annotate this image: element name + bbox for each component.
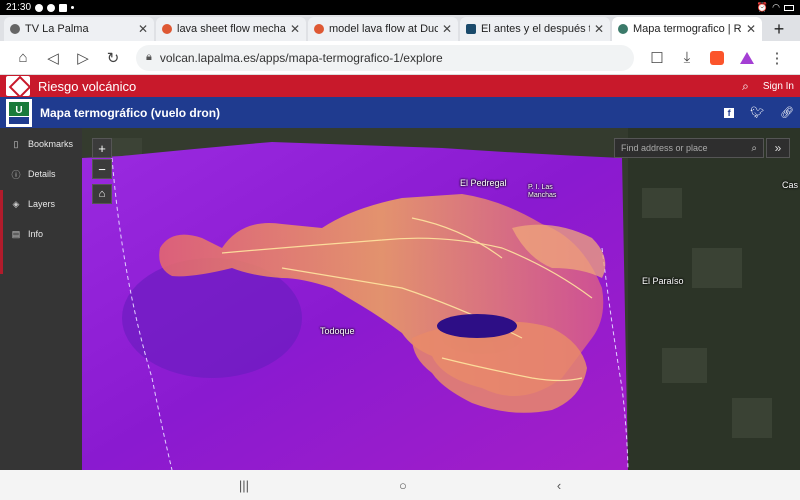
sidebar-item-layers[interactable]: ◈ Layers xyxy=(0,189,82,219)
tab-title: lava sheet flow mechanic xyxy=(177,23,286,35)
browser-toolbar: ⌂ ◁ ▷ ↻ 🔒︎ volcan.lapalma.es/apps/mapa-t… xyxy=(0,41,800,75)
alarm-icon: ⏰ xyxy=(756,2,769,12)
map-view[interactable]: El Pedregal P. I. Las Manchas El Paraíso… xyxy=(82,128,800,470)
lock-icon: 🔒︎ xyxy=(146,51,152,63)
panel-accent xyxy=(0,190,3,274)
notification-icon xyxy=(47,3,56,12)
duckduckgo-icon xyxy=(314,24,324,34)
place-label-cas: Cas xyxy=(782,180,799,190)
recent-apps-icon[interactable]: ||| xyxy=(239,478,249,493)
search-icon[interactable]: ⌕ xyxy=(751,143,757,154)
facebook-icon[interactable]: f xyxy=(724,107,735,118)
layers-icon: ◈ xyxy=(12,198,20,209)
sidebar-item-label: Details xyxy=(28,169,56,179)
zoom-out-button[interactable]: − xyxy=(92,159,112,179)
satellite-strip-right xyxy=(628,128,800,470)
brave-rewards-icon[interactable] xyxy=(732,43,762,73)
tab-title: TV La Palma xyxy=(25,23,89,35)
menu-icon[interactable]: ⋮ xyxy=(762,43,792,73)
tab-title: Mapa termografico | Riesc xyxy=(633,23,742,35)
place-label-pedregal: El Pedregal xyxy=(460,178,507,188)
globe-icon xyxy=(618,24,628,34)
tab-title: model lava flow at DuckD xyxy=(329,23,438,35)
site-c-icon xyxy=(466,24,476,34)
map-title: Mapa termográfico (vuelo dron) xyxy=(40,105,221,120)
cold-island xyxy=(437,314,517,338)
app-icon xyxy=(59,3,68,12)
side-panel: ▯ Bookmarks ⓘ Details ◈ Layers ▤ Info xyxy=(0,128,82,470)
cabildo-emblem-icon: U xyxy=(9,101,29,124)
tab-mapa-termografico[interactable]: Mapa termografico | Riesc ✕ xyxy=(612,17,762,41)
android-navigation-bar: ||| ○ ‹ xyxy=(0,470,800,500)
duckduckgo-icon xyxy=(162,24,172,34)
sidebar-item-info[interactable]: ▤ Info xyxy=(0,219,82,249)
reload-icon[interactable]: ↻ xyxy=(98,43,128,73)
sign-in-link[interactable]: Sign In xyxy=(763,81,794,92)
sidebar-item-label: Info xyxy=(28,229,44,239)
bookmark-icon: ▯ xyxy=(13,138,19,149)
close-tab-icon[interactable]: ✕ xyxy=(290,22,300,36)
system-status-bar: 21:30 ⏰ ◠ xyxy=(0,0,800,15)
place-label-las-manchas: P. I. Las Manchas xyxy=(528,184,557,199)
back-nav-icon[interactable]: ‹ xyxy=(557,478,561,493)
close-tab-icon[interactable]: ✕ xyxy=(442,22,452,36)
home-icon[interactable]: ⌂ xyxy=(8,43,38,73)
expand-panel-button[interactable]: » xyxy=(766,138,790,158)
bookmark-page-icon[interactable]: ☐ xyxy=(642,43,672,73)
share-link-icon[interactable]: 🔗︎ xyxy=(780,106,794,119)
cabildo-logo: U xyxy=(6,98,32,127)
sidebar-item-label: Bookmarks xyxy=(28,139,74,149)
riesgo-logo xyxy=(6,76,30,96)
browser-tab-strip: TV La Palma ✕ lava sheet flow mechanic ✕… xyxy=(0,15,800,41)
sidebar-item-details[interactable]: ⓘ Details xyxy=(0,159,82,189)
zoom-in-button[interactable]: + xyxy=(92,138,112,158)
close-tab-icon[interactable]: ✕ xyxy=(746,22,756,36)
map-title-bar: U Mapa termográfico (vuelo dron) f 🐦︎ 🔗︎ xyxy=(0,97,800,128)
link-icon xyxy=(35,3,44,12)
tab-el-antes[interactable]: El antes y el después tras ✕ xyxy=(460,17,610,41)
back-icon[interactable]: ◁ xyxy=(38,43,68,73)
map-search-input[interactable]: Find address or place xyxy=(621,143,708,153)
download-icon[interactable]: ⤓ xyxy=(672,43,702,73)
dot-icon xyxy=(71,6,75,9)
sidebar-item-bookmarks[interactable]: ▯ Bookmarks xyxy=(0,129,82,159)
place-label-paraiso: El Paraíso xyxy=(642,276,684,286)
close-tab-icon[interactable]: ✕ xyxy=(594,22,604,36)
globe-icon xyxy=(10,24,20,34)
tab-tv-la-palma[interactable]: TV La Palma ✕ xyxy=(4,17,154,41)
twitter-icon[interactable]: 🐦︎ xyxy=(750,106,764,119)
thermal-map-canvas[interactable] xyxy=(82,128,800,470)
info-circle-icon: ⓘ xyxy=(11,169,21,180)
tab-lava-sheet-flow[interactable]: lava sheet flow mechanic ✕ xyxy=(156,17,306,41)
wifi-icon: ◠ xyxy=(772,2,780,12)
sidebar-item-label: Layers xyxy=(28,199,56,209)
place-label-todoque: Todoque xyxy=(320,326,355,336)
card-icon: ▤ xyxy=(11,228,21,239)
url-text: volcan.lapalma.es/apps/mapa-termografico… xyxy=(159,50,443,65)
home-nav-icon[interactable]: ○ xyxy=(399,478,407,493)
battery-icon xyxy=(784,4,794,11)
new-tab-button[interactable]: + xyxy=(766,17,792,41)
close-tab-icon[interactable]: ✕ xyxy=(138,22,148,36)
svg-text:U: U xyxy=(15,105,22,116)
tab-title: El antes y el después tras xyxy=(481,23,590,35)
app-header: Riesgo volcánico ⌕ Sign In xyxy=(0,75,800,97)
forward-icon[interactable]: ▷ xyxy=(68,43,98,73)
app-title: Riesgo volcánico xyxy=(38,78,137,94)
map-search-box[interactable]: Find address or place ⌕ xyxy=(614,138,764,158)
search-icon[interactable]: ⌕ xyxy=(742,79,749,94)
tab-model-lava-flow[interactable]: model lava flow at DuckD ✕ xyxy=(308,17,458,41)
home-view-button[interactable]: ⌂ xyxy=(92,184,112,204)
brave-shield-icon[interactable] xyxy=(702,43,732,73)
clock: 21:30 xyxy=(6,2,32,13)
address-bar[interactable]: 🔒︎ volcan.lapalma.es/apps/mapa-termograf… xyxy=(136,44,634,71)
